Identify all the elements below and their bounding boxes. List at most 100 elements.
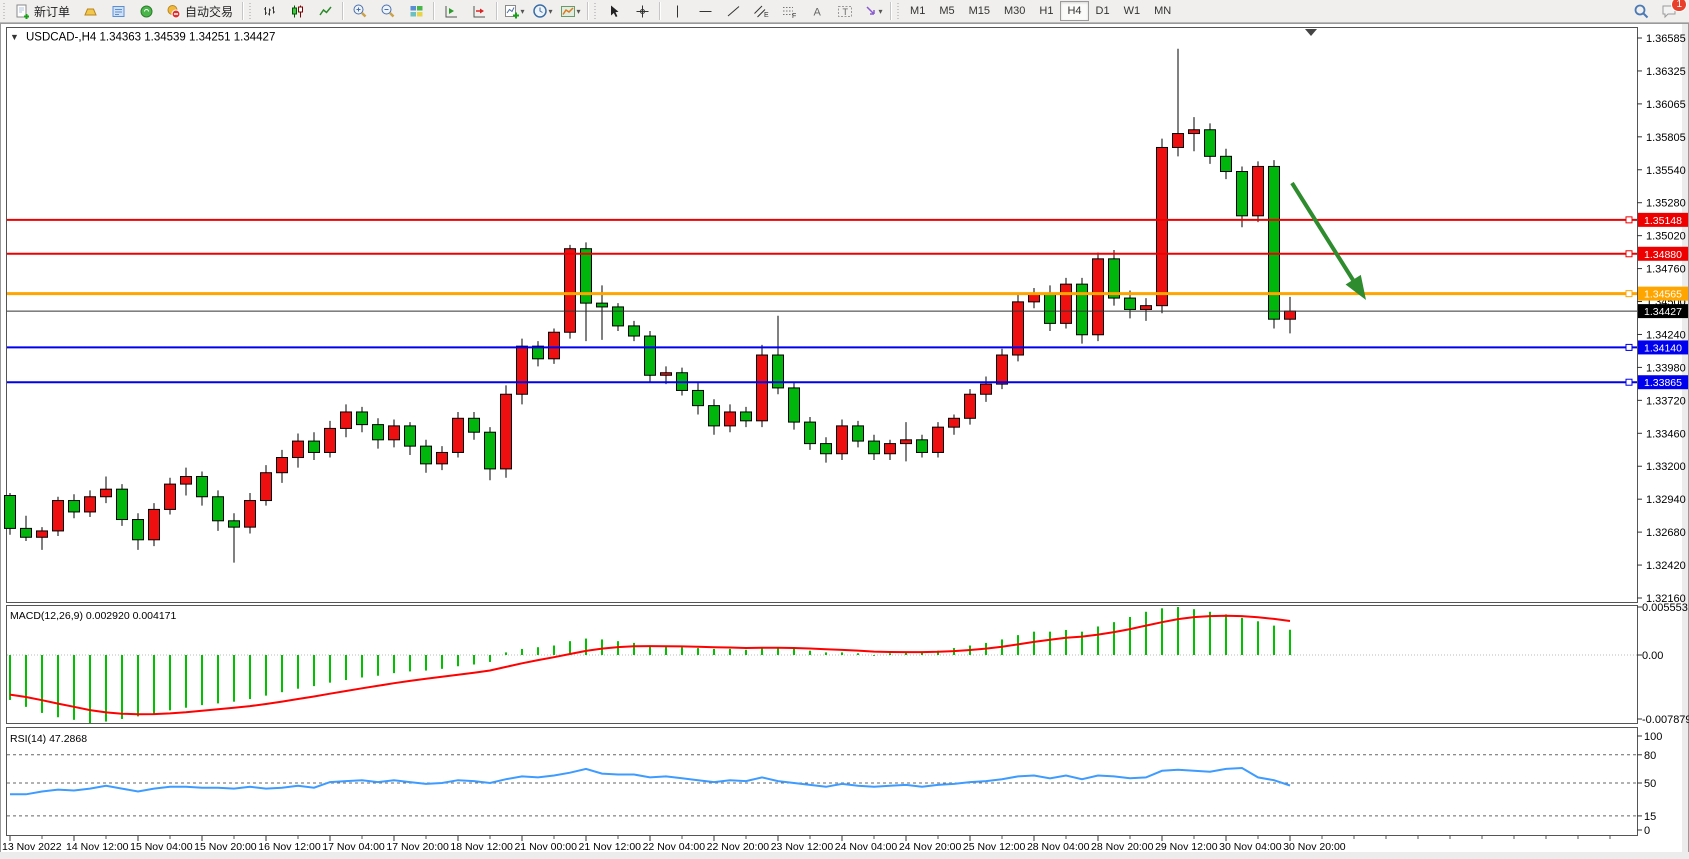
tile-windows-button[interactable] (402, 0, 430, 22)
signals-button[interactable] (132, 0, 160, 22)
rsi-tick-label: 50 (1644, 778, 1656, 790)
candle-body (197, 477, 208, 497)
date-label: 15 Nov 20:00 (194, 841, 257, 853)
gold-ingot-button[interactable] (76, 0, 104, 22)
date-label: 30 Nov 04:00 (1219, 841, 1282, 853)
algo-trading-button[interactable]: 自动交易 (160, 0, 239, 22)
candle-body (597, 303, 608, 307)
level-price-badge: 1.33865 (1644, 377, 1682, 389)
timeframe-M5[interactable]: M5 (932, 1, 961, 21)
toolbar-grip[interactable] (2, 3, 7, 19)
cursor-button[interactable] (600, 0, 628, 22)
auto-scroll-button[interactable] (437, 0, 465, 22)
timeframe-M15[interactable]: M15 (962, 1, 997, 21)
market-watch-button[interactable] (104, 0, 132, 22)
date-label: 13 Nov 2022 (2, 841, 62, 853)
level-line-handle[interactable] (1626, 217, 1632, 223)
level-line-handle[interactable] (1626, 379, 1632, 385)
equidistant-channel-button[interactable]: E (747, 0, 775, 22)
text-icon: A (810, 4, 825, 19)
candle-body (709, 406, 720, 426)
vertical-line-icon (670, 4, 685, 19)
chart-title-ohlc: USDCAD-,H4 1.34363 1.34539 1.34251 1.344… (26, 32, 275, 44)
macd-tick-label: -0.007879 (1642, 714, 1689, 726)
candle-body (437, 452, 448, 463)
price-tick-label: 1.34240 (1646, 329, 1686, 341)
date-label: 21 Nov 00:00 (514, 841, 577, 853)
candle-body (853, 426, 864, 441)
date-label: 21 Nov 12:00 (579, 841, 642, 853)
candle-body (53, 501, 64, 531)
candle-body (1173, 134, 1184, 148)
zoom-out-button[interactable] (374, 0, 402, 22)
rsi-tick-label: 100 (1644, 731, 1662, 743)
zoom-in-button[interactable] (346, 0, 374, 22)
candle-body (181, 477, 192, 485)
candle-body (373, 425, 384, 440)
candle-body (1285, 311, 1296, 319)
timeframe-H4[interactable]: H4 (1060, 1, 1088, 21)
candle-body (1205, 130, 1216, 157)
timeframe-H1[interactable]: H1 (1032, 1, 1060, 21)
notifications-button[interactable]: 1 (1655, 0, 1683, 22)
timeframe-W1[interactable]: W1 (1117, 1, 1148, 21)
templates-icon (560, 4, 576, 19)
dropdown-caret-icon: ▾ (549, 7, 553, 16)
candle-body (1237, 172, 1248, 216)
toolbar-grip[interactable] (248, 3, 253, 19)
timeframe-D1[interactable]: D1 (1089, 1, 1117, 21)
clock-icon (532, 3, 548, 19)
templates-button[interactable]: ▾ (556, 0, 584, 22)
toolbar-grip[interactable] (896, 3, 901, 19)
mt4-window: { "toolbar": { "new_order_label": "新订单",… (0, 0, 1689, 859)
new-order-icon (15, 4, 30, 19)
timeframe-M30[interactable]: M30 (997, 1, 1032, 21)
text-label-icon: T (837, 4, 853, 19)
candle-body (101, 489, 112, 497)
horizontal-line-button[interactable] (691, 0, 719, 22)
candle-body (277, 458, 288, 473)
vertical-line-button[interactable] (663, 0, 691, 22)
arrows-button[interactable]: ▾ (859, 0, 887, 22)
bar-chart-button[interactable] (255, 0, 283, 22)
candle-body (549, 332, 560, 359)
add-indicator-button[interactable]: ▾ (500, 0, 528, 22)
line-chart-button[interactable] (311, 0, 339, 22)
fibonacci-button[interactable]: F (775, 0, 803, 22)
symbol-dropdown-toggle[interactable]: ▼ (10, 32, 19, 42)
usdcad-h4-chart[interactable]: 1.365851.363251.360651.358051.355401.352… (0, 23, 1689, 859)
candle-body (645, 336, 656, 375)
toolbar-grip[interactable] (593, 3, 598, 19)
candle-body (1269, 166, 1280, 319)
timeframe-M1[interactable]: M1 (903, 1, 932, 21)
text-label-button[interactable]: T (831, 0, 859, 22)
price-tick-label: 1.35540 (1646, 165, 1686, 177)
date-label: 24 Nov 20:00 (899, 841, 962, 853)
candle-body (1045, 294, 1056, 323)
crosshair-button[interactable] (628, 0, 656, 22)
candle-body (1221, 156, 1232, 171)
candle-body (485, 432, 496, 469)
candle-body (725, 412, 736, 426)
trendline-button[interactable] (719, 0, 747, 22)
timeframe-MN[interactable]: MN (1147, 1, 1178, 21)
rsi-tick-label: 80 (1644, 750, 1656, 762)
candlestick-chart-button[interactable] (283, 0, 311, 22)
level-line-handle[interactable] (1626, 344, 1632, 350)
candle-body (661, 373, 672, 376)
chart-shift-button[interactable] (465, 0, 493, 22)
level-line-handle[interactable] (1626, 251, 1632, 257)
periods-button[interactable]: ▾ (528, 0, 556, 22)
notification-count-badge: 1 (1671, 0, 1687, 12)
zoom-in-icon (352, 3, 368, 19)
level-line-handle[interactable] (1626, 291, 1632, 297)
text-button[interactable]: A (803, 0, 831, 22)
macd-tick-label: 0.005553 (1642, 602, 1688, 614)
chart-area[interactable]: 1.365851.363251.360651.358051.355401.352… (0, 23, 1689, 859)
search-button[interactable] (1627, 0, 1655, 22)
candle-body (1077, 284, 1088, 335)
candle-body (37, 531, 48, 537)
candle-body (1029, 294, 1040, 302)
candle-body (1157, 147, 1168, 305)
new-order-button[interactable]: 新订单 (9, 0, 76, 22)
